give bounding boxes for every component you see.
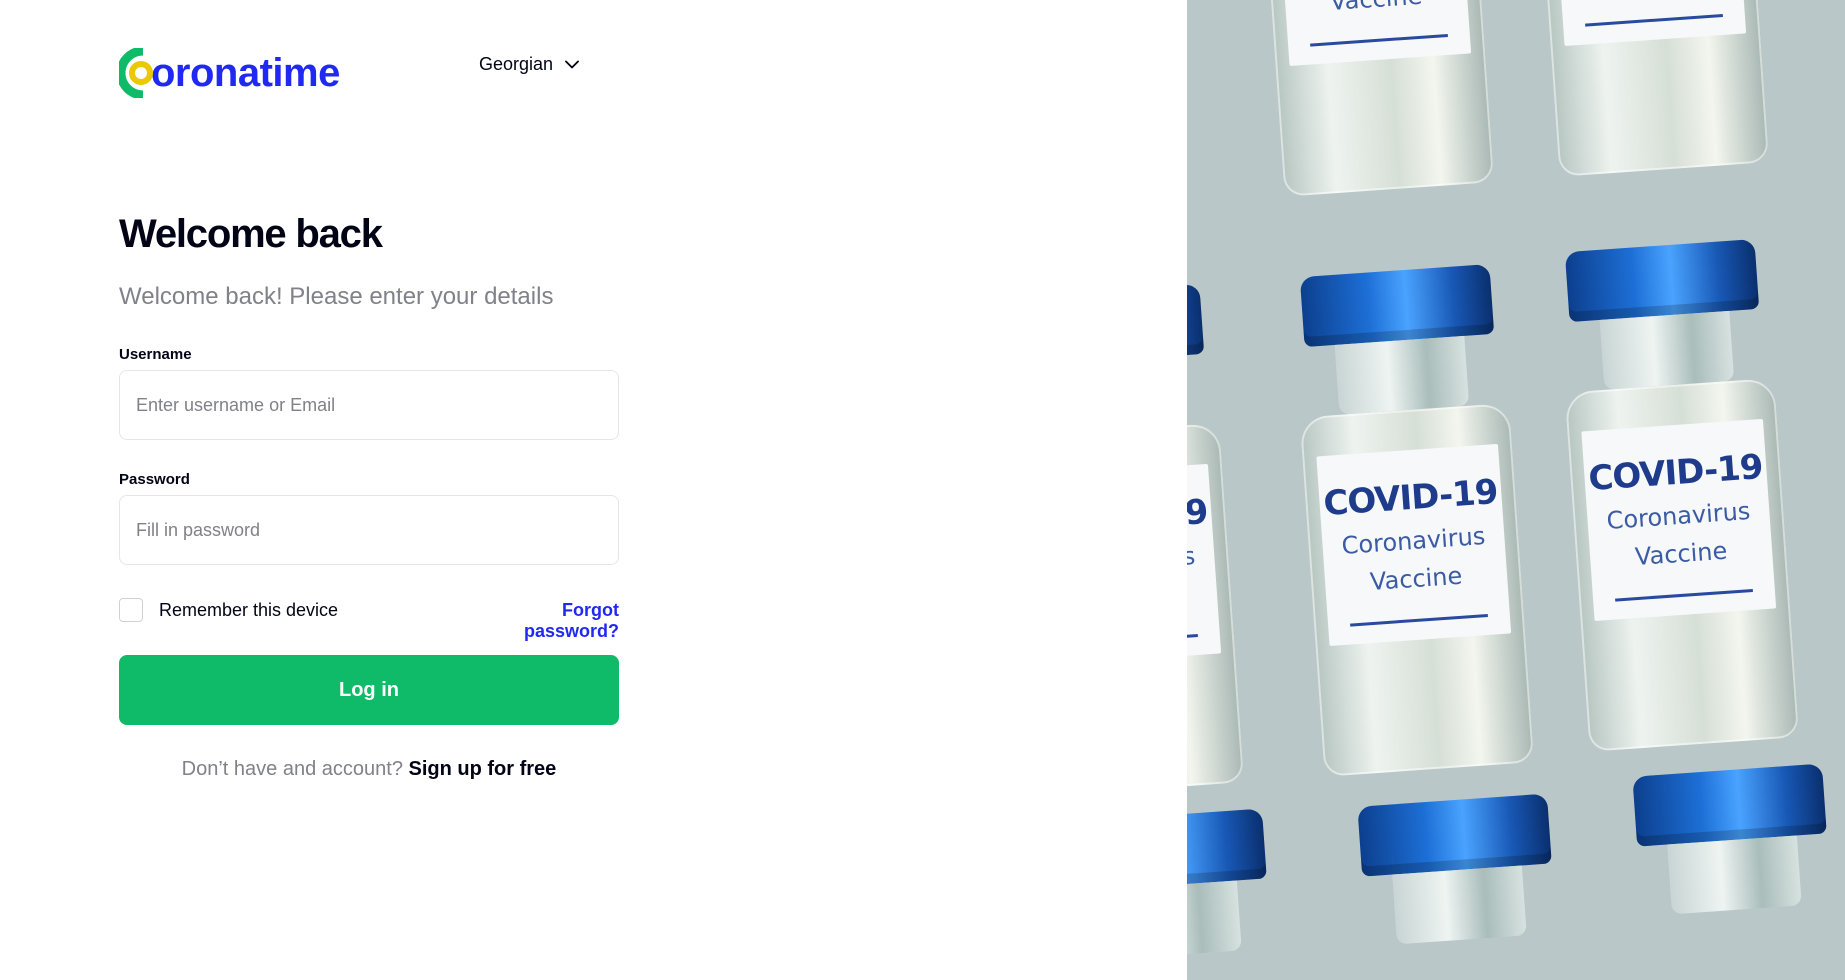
password-input[interactable] — [119, 495, 619, 565]
vial-label-line3: Vaccine — [1369, 561, 1464, 597]
vial-neck — [1334, 335, 1470, 415]
vial-cap — [1357, 793, 1552, 877]
login-page: oronatime Georgian Welcome back Welcome … — [0, 0, 1845, 980]
vial-label: COVID-19 Coronavirus Vaccine — [1581, 418, 1777, 622]
signup-link[interactable]: Sign up for free — [409, 758, 557, 780]
vial-label-line3: Vaccine — [1187, 578, 1218, 621]
vial-label-title: COVID-19 — [1187, 492, 1209, 545]
vial-body: COVID-19 Coronavirus Vaccine — [1259, 0, 1495, 197]
vial-neck — [1667, 835, 1802, 915]
vial-cap — [1299, 263, 1495, 348]
vaccine-vial-image — [1622, 763, 1841, 917]
remember-device-row: Remember this device — [119, 598, 338, 622]
vaccine-vial-image: COVID-19 Coronavirus Vaccine — [1290, 263, 1535, 777]
vial-label-line3: Vaccine — [1284, 0, 1468, 20]
vial-neck — [1599, 310, 1735, 390]
vaccine-vial-image — [1347, 793, 1566, 947]
coronatime-logo: oronatime — [119, 46, 340, 100]
page-title: Welcome back — [119, 212, 383, 256]
vial-label-line3: Vaccine — [1634, 536, 1729, 572]
vaccine-vial-image: COVID-19 Coronavirus Vaccine — [1555, 238, 1800, 752]
language-selector[interactable]: Georgian — [479, 54, 579, 75]
vial-label: COVID-19 Coronavirus Vaccine — [1276, 0, 1472, 67]
vial-label-line2: Coronavirus — [1340, 521, 1487, 560]
vial-body: COVID-19 Coronavirus Vaccine — [1534, 0, 1770, 177]
vial-label: COVID-19 Coronavirus Vaccine — [1551, 0, 1747, 47]
vial-label-title: COVID-19 — [1322, 472, 1499, 525]
vial-cap — [1564, 238, 1760, 323]
vial-body: COVID-19 Coronavirus Vaccine — [1187, 422, 1245, 797]
vial-body: COVID-19 Coronavirus Vaccine — [1564, 377, 1800, 752]
vial-neck — [1187, 880, 1242, 960]
vial-label-rule — [1187, 633, 1198, 647]
forgot-password-link[interactable]: Forgot password? — [467, 600, 619, 642]
vial-label-rule — [1585, 13, 1723, 27]
vial-neck — [1392, 865, 1527, 945]
vial-label-line2: Coronavirus — [1187, 541, 1197, 580]
remember-device-label[interactable]: Remember this device — [159, 600, 338, 621]
language-selector-value: Georgian — [479, 54, 554, 74]
chevron-down-icon — [565, 60, 579, 69]
username-label: Username — [119, 346, 192, 363]
vaccine-vial-image: COVID-19 Coronavirus Vaccine — [1525, 0, 1770, 177]
page-subtitle: Welcome back! Please enter your details — [119, 283, 554, 310]
vaccine-vial-image — [1187, 808, 1282, 962]
vial-label-rule — [1350, 613, 1488, 627]
vial-label-rule — [1615, 588, 1753, 602]
password-label: Password — [119, 471, 190, 488]
remember-device-checkbox[interactable] — [119, 598, 143, 622]
vaccine-vial-image: COVID-19 Coronavirus Vaccine — [1250, 0, 1495, 197]
logo-mark-icon — [119, 48, 153, 98]
vial-cap — [1187, 283, 1205, 368]
vaccine-vial-image: COVID-19 Coronavirus Vaccine — [1187, 283, 1245, 797]
logo-wordmark: oronatime — [151, 51, 340, 95]
vial-label: COVID-19 Coronavirus Vaccine — [1187, 463, 1222, 667]
login-panel: oronatime Georgian Welcome back Welcome … — [0, 0, 1187, 980]
vial-cap — [1632, 763, 1827, 847]
vial-label: COVID-19 Coronavirus Vaccine — [1316, 443, 1512, 647]
vial-label-line2: Coronavirus — [1605, 496, 1752, 535]
username-input[interactable] — [119, 370, 619, 440]
signup-prompt-text: Don’t have and account? — [181, 758, 403, 780]
vial-label-title: COVID-19 — [1587, 447, 1764, 500]
vial-body: COVID-19 Coronavirus Vaccine — [1299, 402, 1535, 777]
hero-image-vaccine-vials: COVID-19 Coronavirus Vaccine COVID-19 Co… — [1187, 0, 1845, 980]
signup-prompt-row: Don’t have and account? Sign up for free — [119, 758, 619, 781]
vial-cap — [1187, 808, 1267, 892]
vial-label-rule — [1310, 33, 1448, 47]
login-button[interactable]: Log in — [119, 655, 619, 725]
